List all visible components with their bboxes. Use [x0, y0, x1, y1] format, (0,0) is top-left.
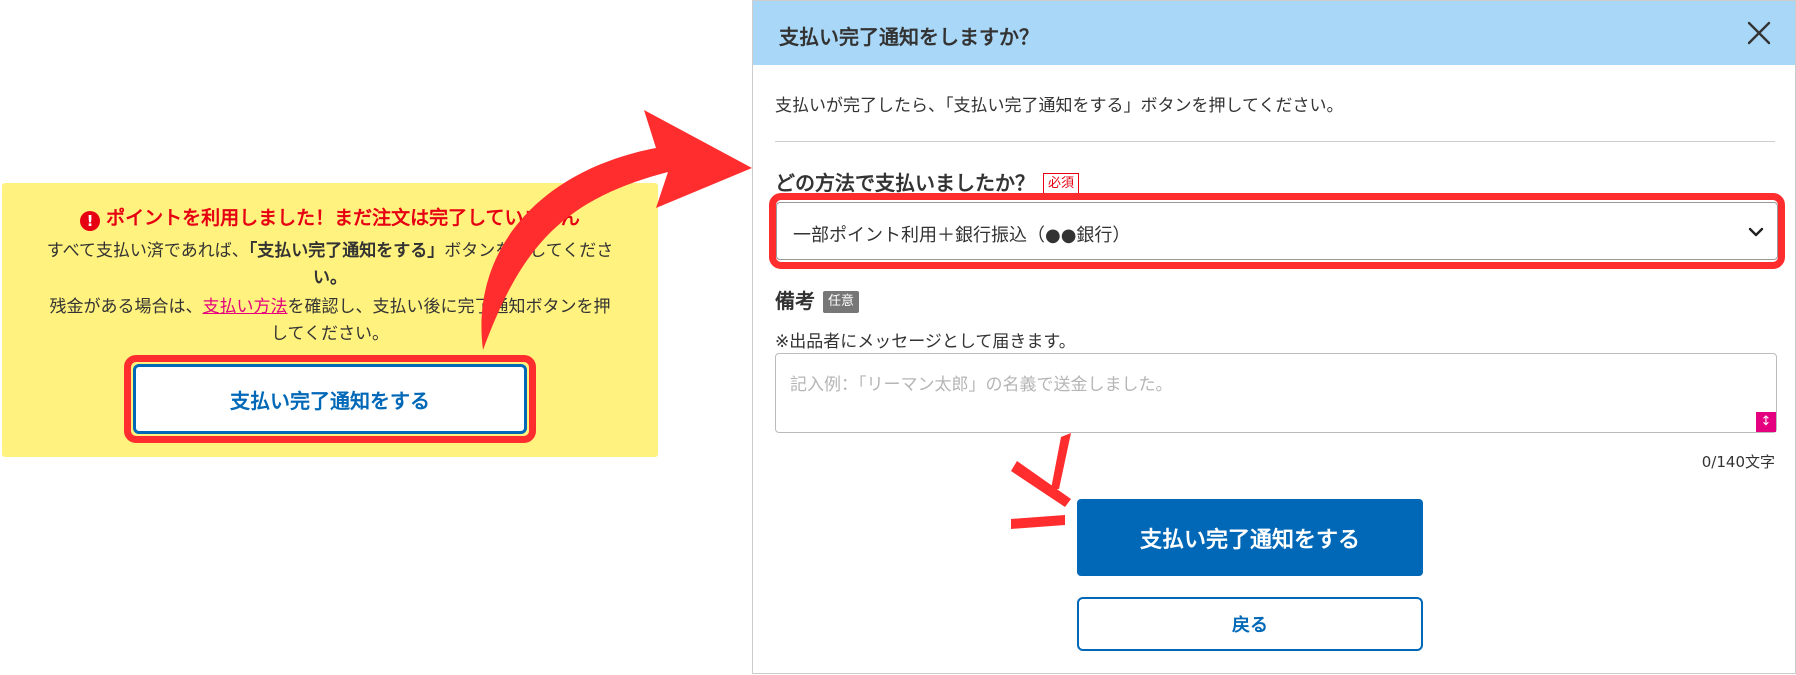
back-button[interactable]: 戻る — [1077, 597, 1423, 651]
payment-notify-modal: 支払い完了通知をしますか？ 支払いが完了したら、「支払い完了通知をする」ボタンを… — [752, 0, 1796, 674]
arrow-shape — [481, 110, 752, 350]
submit-payment-notify-button[interactable]: 支払い完了通知をする — [1077, 499, 1423, 576]
